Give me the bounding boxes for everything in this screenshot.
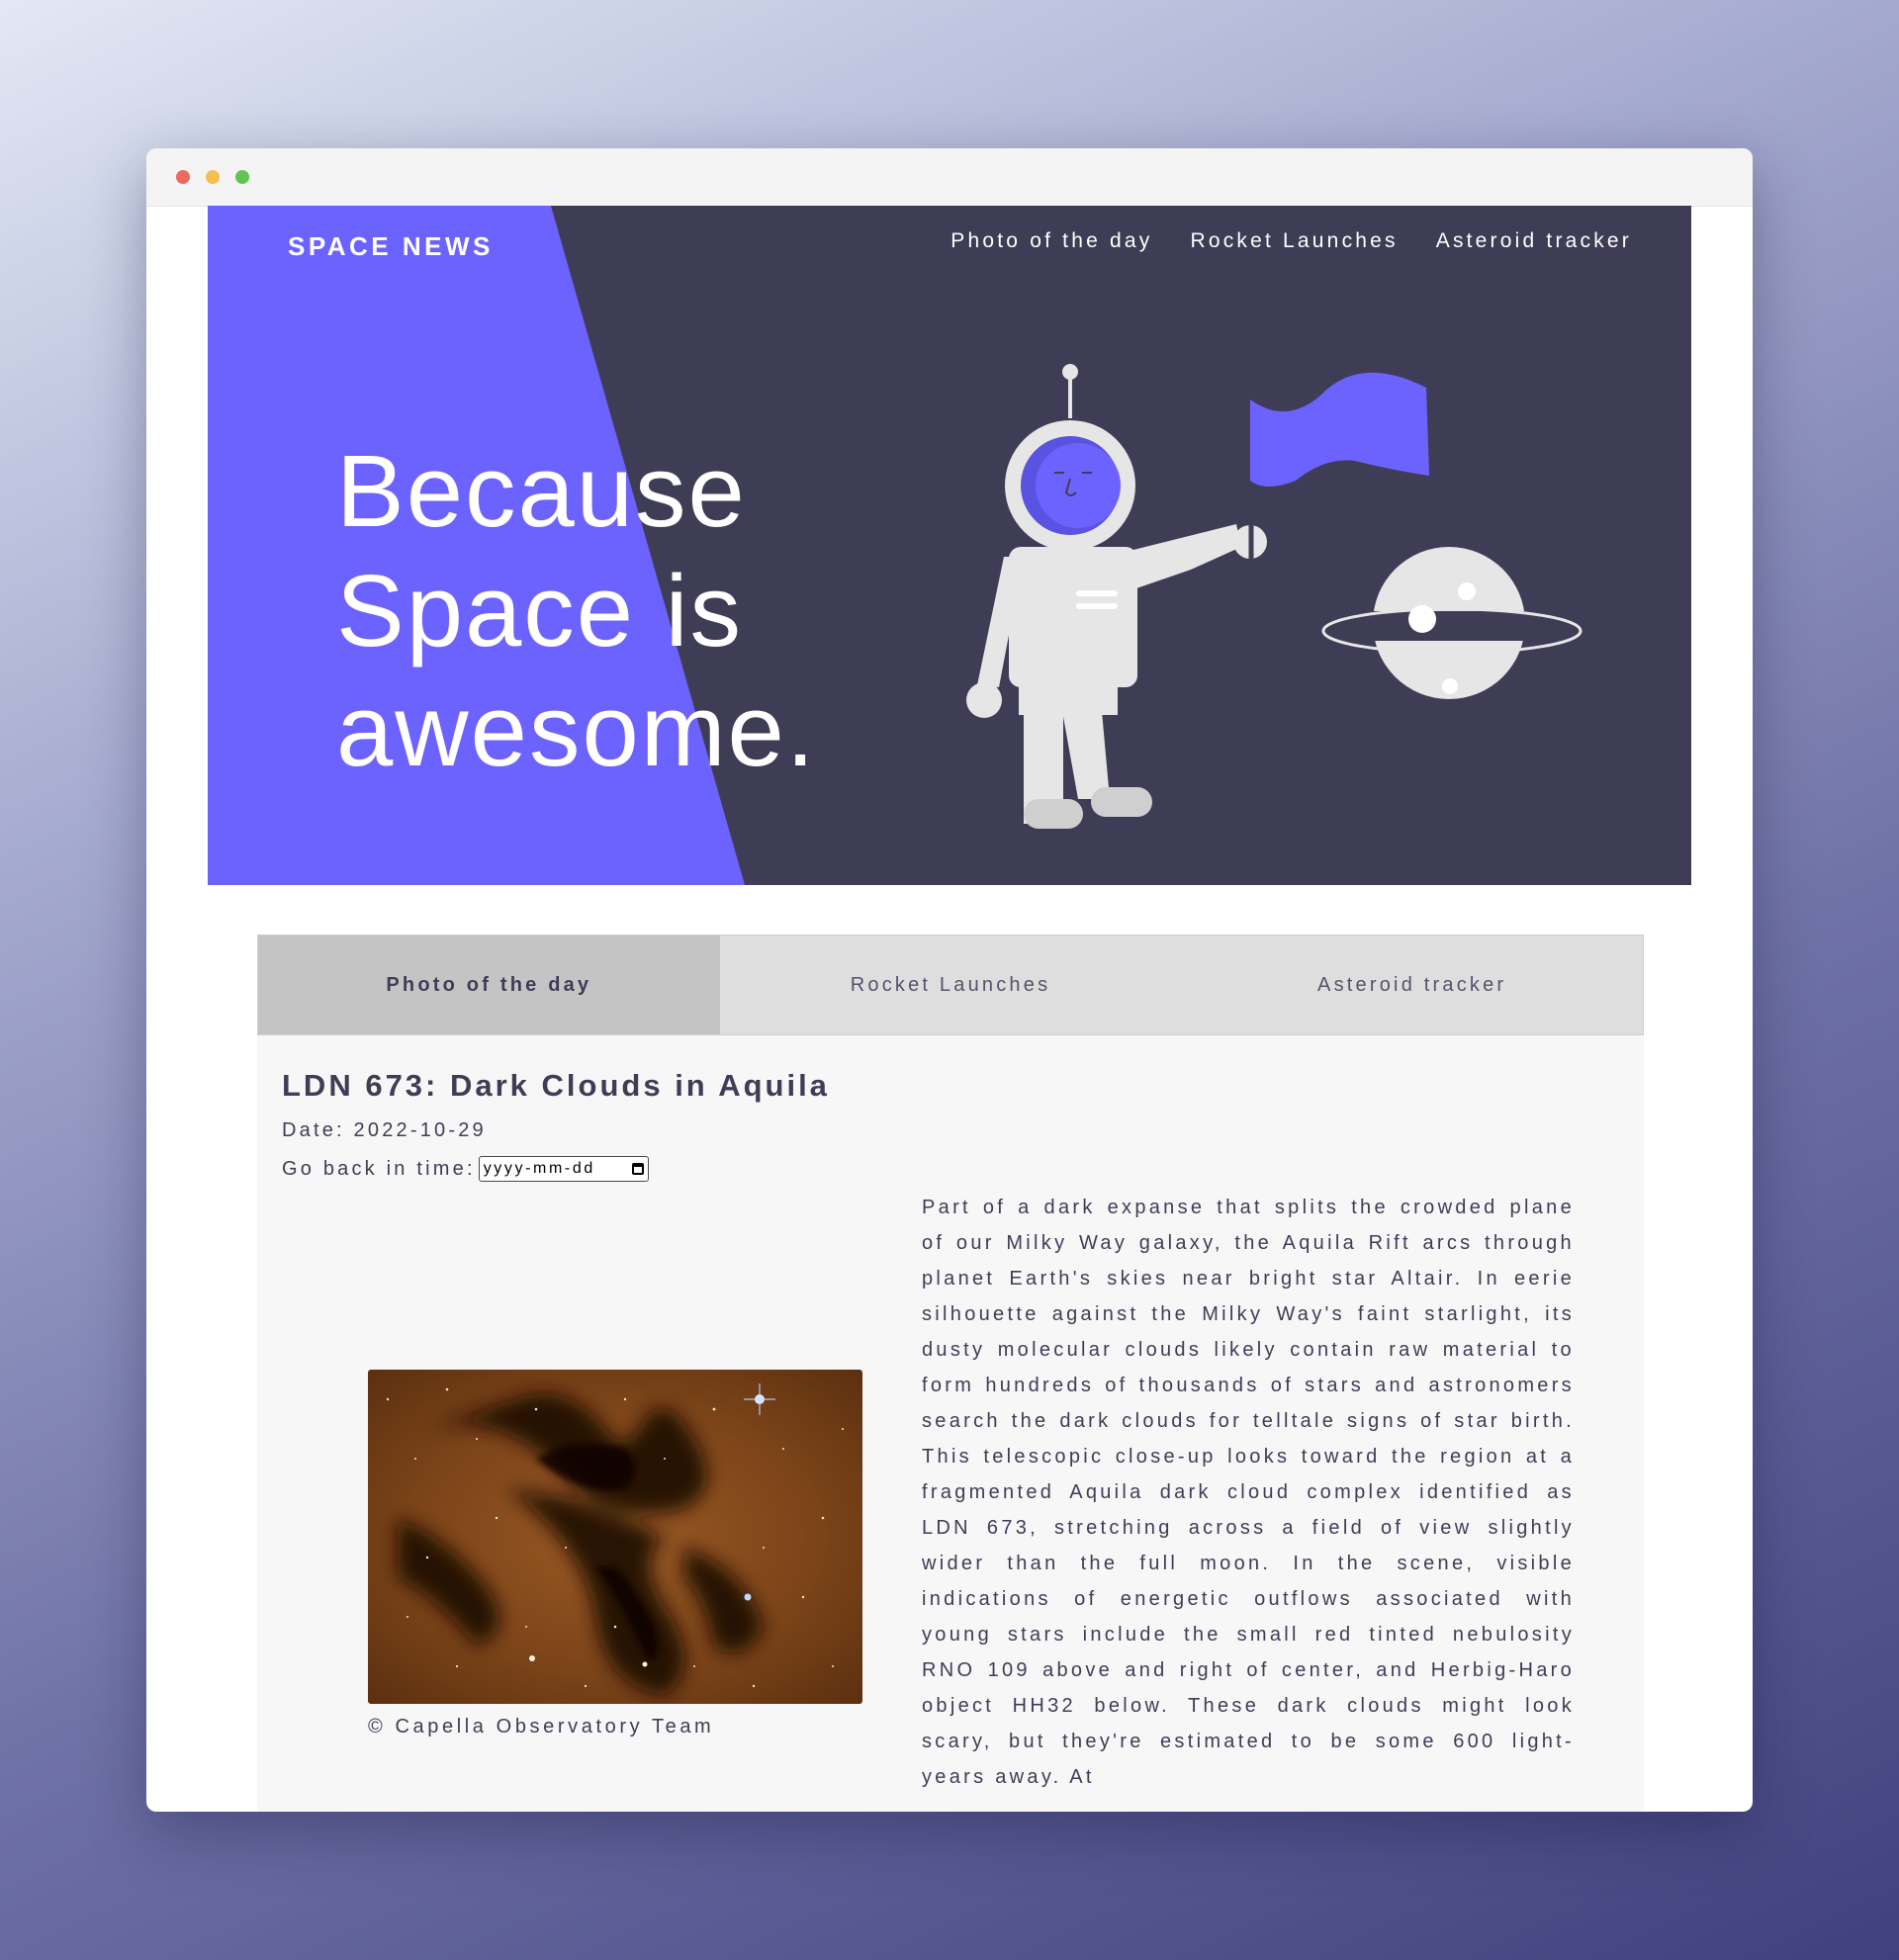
apod-date: Date: 2022-10-29 bbox=[282, 1119, 487, 1141]
apod-image bbox=[368, 1370, 862, 1704]
date-picker-input[interactable]: yyyy-mm-dd bbox=[478, 1156, 649, 1182]
hero-banner: SPACE NEWS Photo of the day Rocket Launc… bbox=[208, 206, 1691, 885]
apod-explanation: Part of a dark expanse that splits the c… bbox=[922, 1197, 1575, 1788]
flag-icon bbox=[1250, 372, 1429, 487]
date-picker-label: Go back in time: bbox=[282, 1157, 476, 1180]
maximize-window-button[interactable] bbox=[235, 170, 249, 184]
close-window-button[interactable] bbox=[176, 170, 190, 184]
go-back-in-time: Go back in time: yyyy-mm-dd bbox=[282, 1156, 649, 1182]
browser-window: SPACE NEWS Photo of the day Rocket Launc… bbox=[146, 148, 1753, 1812]
apod-title: LDN 673: Dark Clouds in Aquila bbox=[282, 1068, 830, 1103]
hero-illustration bbox=[966, 364, 1582, 829]
photo-credit: © Capella Observatory Team bbox=[368, 1716, 715, 1737]
minimize-window-button[interactable] bbox=[206, 170, 220, 184]
calendar-icon[interactable] bbox=[631, 1163, 644, 1175]
tab-photo-of-the-day[interactable]: Photo of the day bbox=[258, 935, 720, 1034]
section-tabs: Photo of the day Rocket Launches Asteroi… bbox=[257, 935, 1644, 1035]
planet-icon bbox=[1321, 547, 1582, 699]
tab-rocket-launches[interactable]: Rocket Launches bbox=[720, 935, 1182, 1034]
astronaut-icon bbox=[966, 364, 1267, 829]
window-titlebar bbox=[146, 148, 1753, 207]
tab-asteroid-tracker[interactable]: Asteroid tracker bbox=[1181, 935, 1643, 1034]
date-placeholder: yyyy-mm-dd bbox=[483, 1160, 595, 1177]
content-panel: Photo of the day Rocket Launches Asteroi… bbox=[257, 935, 1644, 1812]
